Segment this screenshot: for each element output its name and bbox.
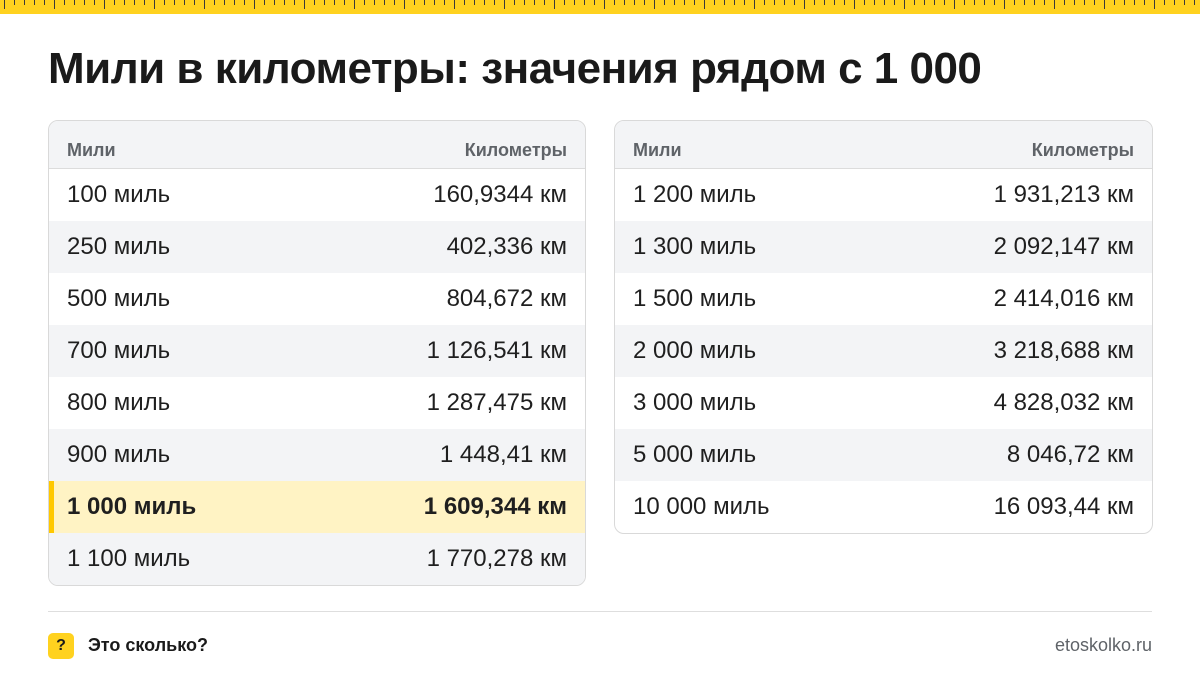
km-cell: 8 046,72 км [1006, 441, 1134, 468]
miles-cell: 3 000 миль [633, 389, 757, 416]
table-body: 100 миль 160,9344 км 250 миль 402,336 км 5… [49, 169, 585, 585]
question-mark-icon: ? [48, 633, 74, 659]
km-cell: 1 126,541 км [426, 337, 567, 364]
table-row-highlighted: 1 000 миль 1 609,344 км [49, 481, 585, 533]
table-row: 700 миль 1 126,541 км [49, 325, 585, 377]
header-km: Километры [464, 140, 567, 160]
table-row: 3 000 миль 4 828,032 км [615, 377, 1152, 429]
table-header: Мили Километры [615, 121, 1152, 169]
miles-cell: 1 500 миль [633, 285, 757, 312]
miles-cell: 1 200 миль [633, 181, 757, 208]
header-km: Километры [1031, 140, 1134, 160]
table-row: 800 миль 1 287,475 км [49, 377, 585, 429]
km-cell: 1 770,278 км [426, 545, 567, 572]
miles-cell: 900 миль [67, 441, 171, 468]
table-body: 1 200 миль 1 931,213 км 1 300 миль 2 092,1… [615, 169, 1152, 533]
table-row: 1 300 миль 2 092,147 км [615, 221, 1152, 273]
miles-cell: 5 000 миль [633, 441, 757, 468]
table-row: 250 миль 402,336 км [49, 221, 585, 273]
miles-cell: 500 миль [67, 285, 171, 312]
km-cell: 16 093,44 км [993, 493, 1134, 520]
km-cell: 804,672 км [446, 285, 567, 312]
table-row: 1 200 миль 1 931,213 км [615, 169, 1152, 221]
header-miles: Мили [633, 140, 682, 160]
miles-cell: 700 миль [67, 337, 171, 364]
miles-cell: 800 миль [67, 389, 171, 416]
km-cell: 2 092,147 км [993, 233, 1134, 260]
miles-cell: 1 300 миль [633, 233, 757, 260]
footer-divider [48, 611, 1152, 612]
km-cell: 1 448,41 км [439, 441, 567, 468]
table-row: 1 100 миль 1 770,278 км [49, 533, 585, 585]
km-cell: 3 218,688 км [993, 337, 1134, 364]
table-row: 1 500 миль 2 414,016 км [615, 273, 1152, 325]
conversion-table-left: Мили Километры 100 миль 160,9344 км 250 м… [48, 120, 586, 586]
miles-cell: 250 миль [67, 233, 171, 260]
km-cell: 2 414,016 км [993, 285, 1134, 312]
table-header: Мили Километры [49, 121, 585, 169]
km-cell: 402,336 км [446, 233, 567, 260]
km-cell: 1 931,213 км [993, 181, 1134, 208]
table-row: 500 миль 804,672 км [49, 273, 585, 325]
miles-cell: 1 000 миль [67, 493, 197, 520]
table-row: 2 000 миль 3 218,688 км [615, 325, 1152, 377]
miles-cell: 100 миль [67, 181, 171, 208]
ruler-strip [0, 0, 1200, 14]
table-row: 5 000 миль 8 046,72 км [615, 429, 1152, 481]
conversion-table-right: Мили Километры 1 200 миль 1 931,213 км 1 … [614, 120, 1153, 534]
header-miles: Мили [67, 140, 116, 160]
footer-brand: Это сколько? [88, 635, 208, 655]
table-row: 900 миль 1 448,41 км [49, 429, 585, 481]
table-row: 100 миль 160,9344 км [49, 169, 585, 221]
table-row: 10 000 миль 16 093,44 км [615, 481, 1152, 533]
km-cell: 4 828,032 км [993, 389, 1134, 416]
miles-cell: 2 000 миль [633, 337, 757, 364]
km-cell: 160,9344 км [433, 181, 567, 208]
km-cell: 1 287,475 км [426, 389, 567, 416]
miles-cell: 10 000 миль [633, 493, 770, 520]
km-cell: 1 609,344 км [423, 493, 567, 520]
page-title: Мили в километры: значения рядом с 1 000 [48, 44, 982, 93]
footer-site-link[interactable]: etoskolko.ru [1055, 635, 1152, 656]
miles-cell: 1 100 миль [67, 545, 191, 572]
